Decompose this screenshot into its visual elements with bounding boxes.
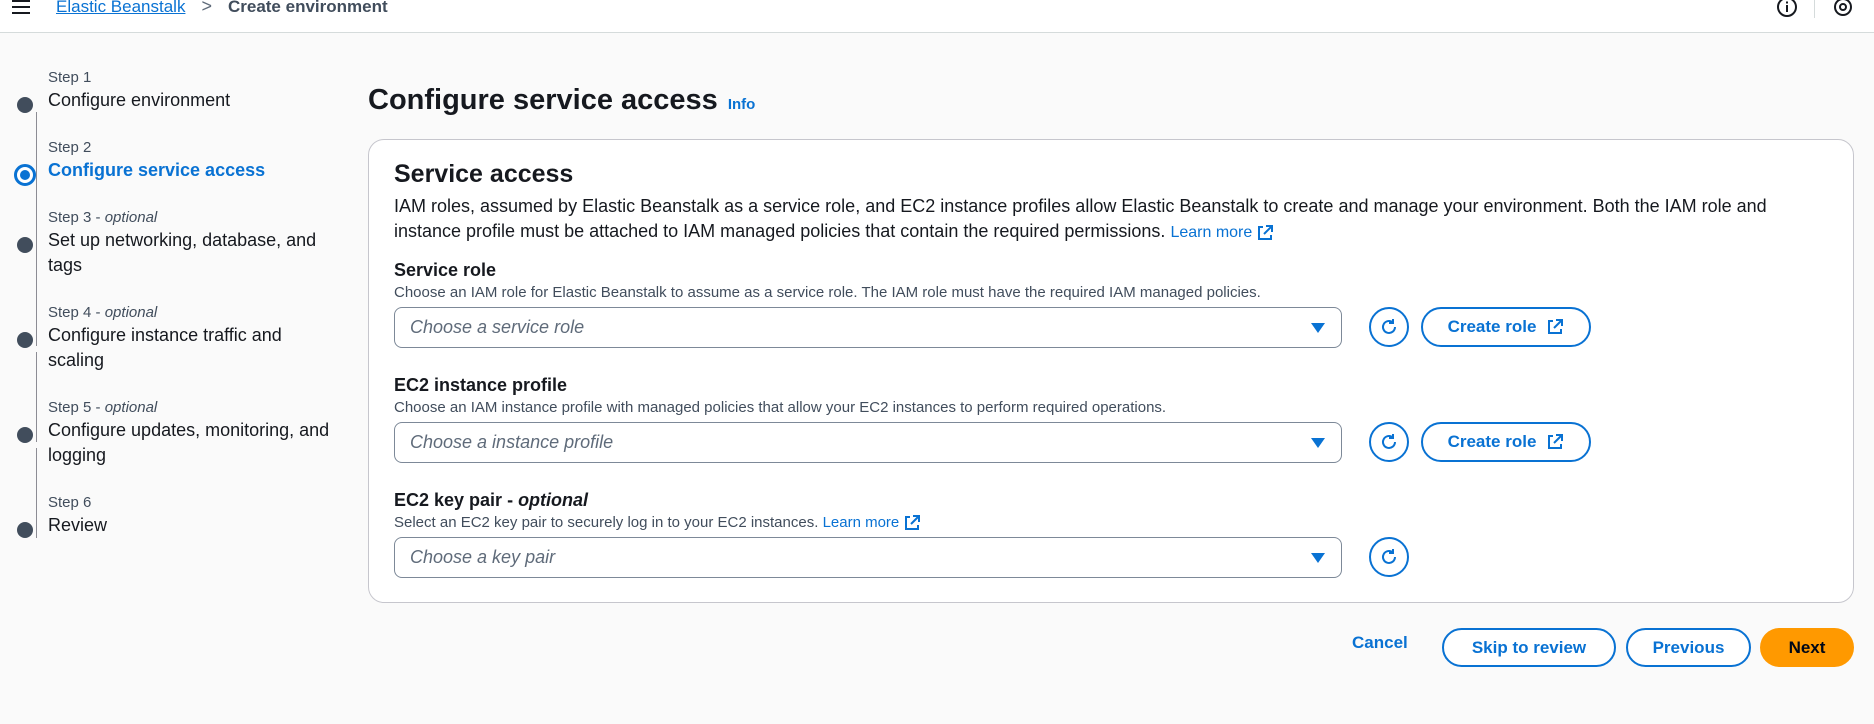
step-3: Step 3 - optional Set up networking, dat… (12, 208, 332, 278)
step-number: Step 3 - optional (48, 209, 158, 226)
caret-down-icon (1311, 323, 1325, 333)
optional-label: optional (104, 209, 158, 226)
create-service-role-button[interactable]: Create role (1421, 307, 1591, 347)
key-pair-description: Select an EC2 key pair to securely log i… (394, 514, 921, 532)
panel-description: IAM roles, assumed by Elastic Beanstalk … (394, 194, 1834, 245)
refresh-icon (1382, 549, 1396, 564)
external-link-icon (905, 515, 921, 531)
cancel-button[interactable]: Cancel (1352, 633, 1408, 653)
step-number: Step 1 (48, 69, 92, 86)
step-number: Step 4 - optional (48, 304, 158, 321)
step-4: Step 4 - optional Configure instance tra… (12, 303, 332, 373)
step-pending-dot (17, 237, 33, 253)
step-number: Step 2 (48, 139, 92, 156)
caret-down-icon (1311, 553, 1325, 563)
step-active-dot (14, 164, 36, 186)
key-pair-label: EC2 key pair - optional (394, 490, 588, 511)
step-number-text: Step 3 (48, 209, 92, 226)
step-pending-dot (17, 427, 33, 443)
instance-profile-label: EC2 instance profile (394, 375, 568, 395)
select-placeholder: Choose a service role (410, 317, 585, 337)
service-role-label: Service role (394, 260, 497, 280)
step-title-networking: Set up networking, database, and tags (48, 230, 317, 275)
learn-more-link[interactable]: Learn more (823, 514, 922, 531)
step-number: Step 5 - optional (48, 399, 158, 416)
step-pending-dot (17, 332, 33, 348)
top-navigation-bar: Elastic Beanstalk > Create environment (0, 0, 1874, 33)
learn-more-text: Learn more (822, 514, 900, 531)
menu-icon[interactable] (12, 0, 32, 14)
info-link[interactable]: Info (728, 96, 756, 113)
step-title-instance-traffic: Configure instance traffic and scaling (48, 325, 282, 370)
create-instance-profile-button[interactable]: Create role (1421, 422, 1591, 462)
service-access-panel: Service access IAM roles, assumed by Ela… (368, 139, 1854, 603)
step-number-text: Step 5 (48, 399, 92, 416)
breadcrumb: Elastic Beanstalk > Create environment (56, 0, 388, 17)
step-title-configure-service-access: Configure service access (48, 160, 266, 180)
button-label: Skip to review (1471, 637, 1587, 657)
step-6: Step 6 Review (12, 493, 107, 538)
button-label: Next (1788, 637, 1826, 657)
step-number-text: Step 4 (48, 304, 92, 321)
step-2: Step 2 Configure service access (12, 138, 266, 186)
select-placeholder: Choose a key pair (410, 547, 556, 567)
external-link-icon (1548, 319, 1564, 334)
refresh-instance-profile-button[interactable] (1369, 422, 1409, 462)
button-label: Create role (1447, 432, 1537, 451)
refresh-icon (1382, 319, 1396, 334)
next-button[interactable]: Next (1760, 628, 1854, 667)
service-role-select[interactable]: Choose a service role (394, 307, 1342, 348)
optional-label: optional (104, 304, 158, 321)
refresh-icon (1382, 434, 1396, 449)
instance-profile-description: Choose an IAM instance profile with mana… (394, 399, 1167, 416)
service-role-description: Choose an IAM role for Elastic Beanstalk… (394, 284, 1261, 301)
page-title: Configure service access (368, 84, 718, 116)
step-title-configure-environment[interactable]: Configure environment (48, 88, 230, 113)
optional-label: optional (104, 399, 158, 416)
skip-to-review-button[interactable]: Skip to review (1442, 628, 1616, 667)
panel-title: Service access (394, 160, 574, 188)
learn-more-link[interactable]: Learn more (1170, 224, 1274, 241)
step-pending-dot (17, 522, 33, 538)
panel-description-text: IAM roles, assumed by Elastic Beanstalk … (394, 196, 1767, 241)
step-title-review: Review (48, 515, 108, 535)
button-label: Create role (1447, 317, 1537, 336)
info-circle-icon[interactable] (1776, 0, 1798, 18)
breadcrumb-link-elastic-beanstalk[interactable]: Elastic Beanstalk (56, 0, 185, 17)
select-placeholder: Choose a instance profile (410, 432, 614, 452)
external-link-icon (1258, 224, 1274, 240)
step-completed-dot (17, 97, 33, 113)
refresh-service-role-button[interactable] (1369, 307, 1409, 347)
instance-profile-select[interactable]: Choose a instance profile (394, 422, 1342, 463)
chevron-right-icon: > (201, 0, 212, 16)
key-pair-select[interactable]: Choose a key pair (394, 537, 1342, 578)
caret-down-icon (1311, 438, 1325, 448)
step-number: Step 6 (48, 494, 92, 511)
page-header: Configure service access Info (368, 84, 755, 117)
step-title-updates-monitoring: Configure updates, monitoring, and loggi… (48, 420, 330, 465)
refresh-key-pair-button[interactable] (1369, 537, 1409, 577)
step-1: Step 1 Configure environment (12, 68, 230, 113)
step-5: Step 5 - optional Configure updates, mon… (12, 398, 332, 468)
optional-label: optional (518, 490, 589, 510)
breadcrumb-current-page: Create environment (227, 0, 388, 16)
external-link-icon (1548, 434, 1564, 449)
settings-icon[interactable] (1832, 0, 1854, 18)
key-pair-label-text: EC2 key pair - (394, 490, 519, 510)
previous-button[interactable]: Previous (1626, 628, 1751, 667)
key-pair-description-text: Select an EC2 key pair to securely log i… (394, 514, 819, 531)
learn-more-text: Learn more (1170, 224, 1253, 241)
button-label: Previous (1652, 637, 1725, 657)
divider (1814, 0, 1815, 18)
